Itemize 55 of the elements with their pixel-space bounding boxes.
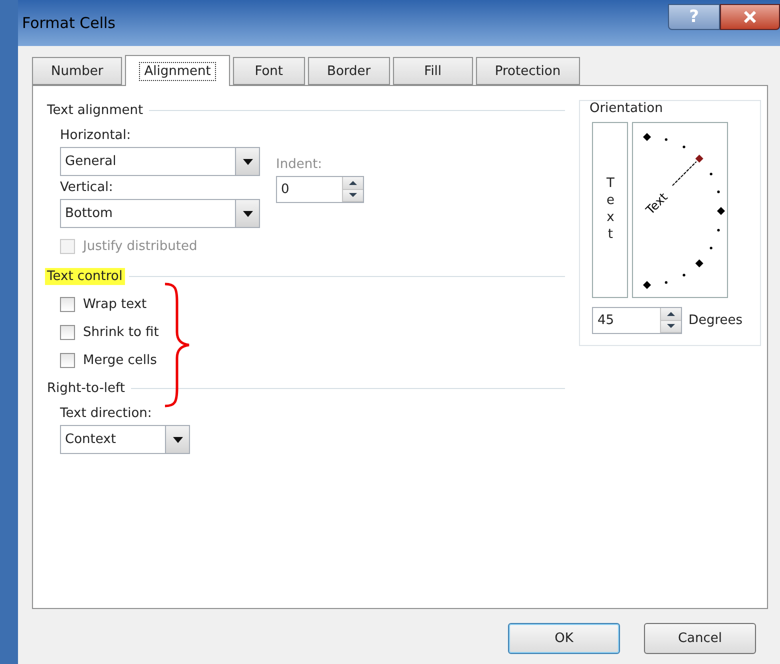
spin-up-button[interactable] [343, 177, 363, 190]
tab[interactable]: Font [232, 57, 305, 85]
spin-value: 0 [280, 181, 290, 199]
orientation-dial[interactable]: Text [632, 122, 728, 298]
tab[interactable]: Alignment [125, 55, 230, 86]
dialog-button[interactable]: OK [508, 623, 620, 654]
dropdown-button[interactable] [165, 426, 189, 453]
tab[interactable]: Fill [392, 57, 473, 85]
dropdown-button[interactable] [235, 200, 259, 227]
window-title: Format Cells [22, 14, 116, 32]
field-label: Degrees [688, 313, 743, 328]
up-arrow-icon [349, 180, 357, 185]
spin-down-button[interactable] [343, 190, 363, 202]
checkbox[interactable] [60, 324, 75, 340]
dropdown-value: General [64, 153, 118, 171]
dropdown-value: Context [64, 431, 117, 449]
down-arrow-icon [667, 324, 676, 328]
up-arrow-icon [667, 312, 676, 316]
dropdown-button[interactable] [235, 148, 259, 175]
caret-icon [242, 158, 252, 164]
spin-field[interactable]: 45 [592, 307, 682, 334]
checkbox-label: Merge cells [83, 352, 157, 368]
vertical-text-button[interactable]: Text [592, 122, 628, 298]
checkbox-label: Wrap text [83, 296, 147, 312]
spin-up-button[interactable] [661, 308, 682, 320]
checkbox[interactable] [60, 352, 75, 368]
dropdown[interactable]: Context [60, 425, 190, 454]
field-label: Indent: [276, 157, 322, 172]
checkbox[interactable] [60, 296, 75, 312]
checkbox-label: Shrink to fit [83, 324, 159, 340]
group-heading: Right-to-left [46, 380, 126, 396]
spin-field[interactable]: 0 [276, 176, 364, 203]
tab[interactable]: Protection [476, 57, 580, 85]
dial-pointer-icon[interactable] [696, 154, 704, 163]
field-label: Horizontal: [60, 128, 132, 143]
rotated-text-preview: Text [644, 190, 671, 218]
group-heading: Text alignment [46, 102, 144, 118]
dial-needle [672, 161, 698, 186]
tab[interactable]: Number [32, 57, 122, 85]
checkbox-label: Justify distributed [83, 238, 198, 254]
field-label: Vertical: [60, 180, 114, 195]
tab[interactable]: Border [308, 57, 390, 85]
caret-icon [242, 210, 252, 216]
close-button[interactable] [720, 4, 780, 30]
field-label: Text direction: [60, 406, 153, 421]
down-arrow-icon [349, 193, 357, 198]
dropdown[interactable]: General [60, 147, 260, 176]
spin-value: 45 [596, 312, 616, 330]
caret-icon [172, 436, 182, 442]
close-icon [743, 11, 757, 23]
spin-down-button[interactable] [661, 320, 682, 333]
dialog-button[interactable]: Cancel [644, 623, 756, 654]
dropdown-value: Bottom [64, 205, 114, 223]
dropdown[interactable]: Bottom [60, 199, 260, 228]
group-heading: Text control [45, 268, 124, 284]
